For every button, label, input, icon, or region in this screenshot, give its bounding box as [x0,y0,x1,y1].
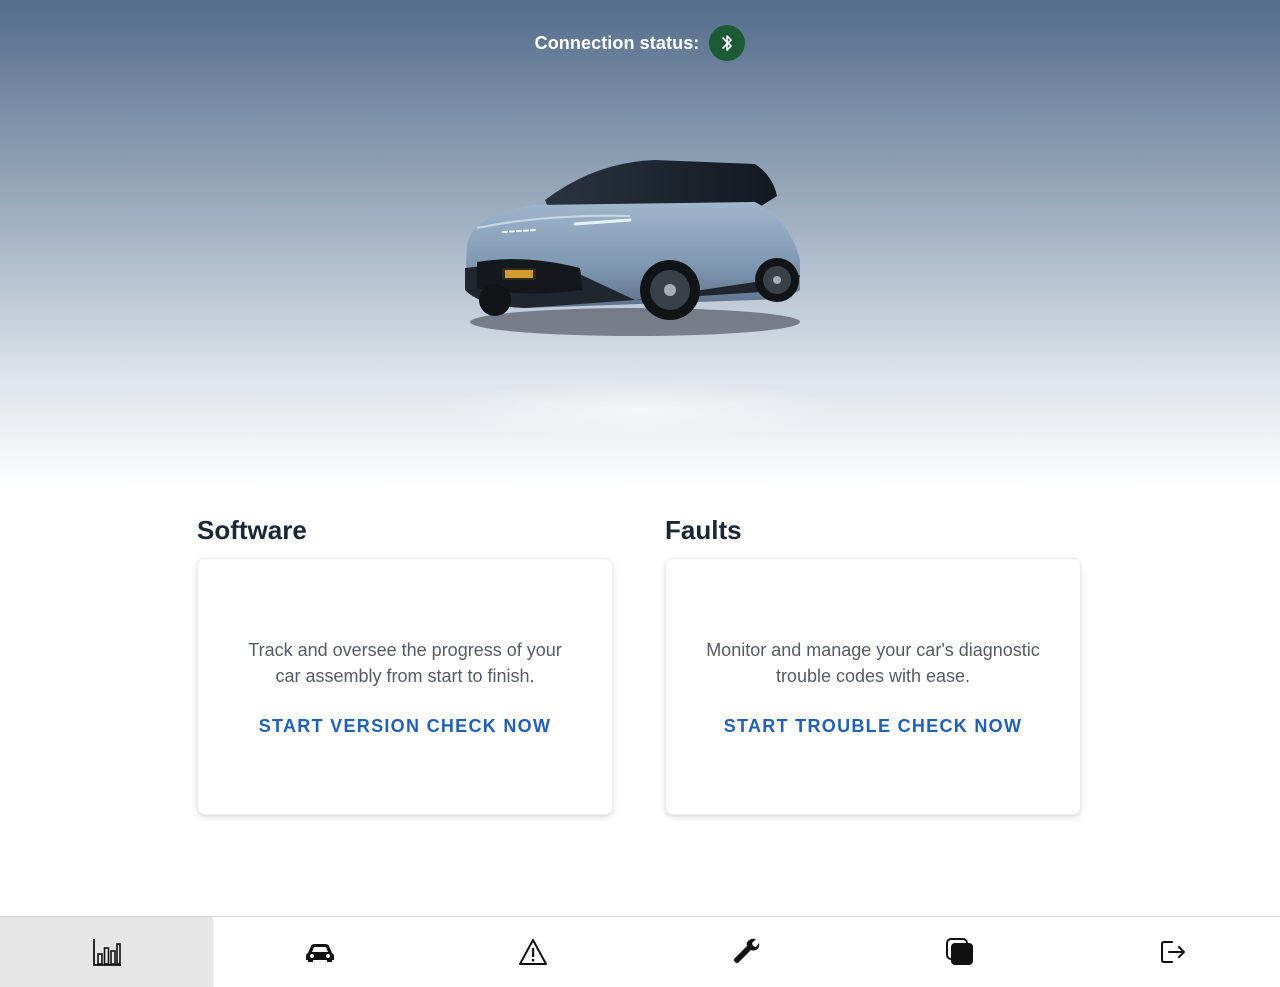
warning-icon [519,939,548,965]
car-reflection [440,380,840,440]
faults-title: Faults [665,515,742,545]
software-section: Software Track and oversee the progress … [196,512,614,815]
nav-item-faults[interactable] [427,917,640,987]
nav-item-dashboard[interactable] [0,917,214,987]
software-description: Track and oversee the progress of your c… [248,639,562,686]
bar-chart-icon [92,939,121,966]
vehicle-image [465,160,800,336]
bluetooth-icon[interactable] [709,25,746,61]
software-title: Software [197,515,307,545]
faults-section: Faults Monitor and manage your car's dia… [664,512,1082,815]
bottom-navigation [0,916,1280,987]
car-icon [305,944,334,962]
start-trouble-check-button[interactable]: START TROUBLE CHECK NOW [724,716,1023,737]
app-root: Connection status: Software Track and ov… [0,0,1280,987]
logout-icon [1161,941,1186,963]
hero-banner: Connection status: [0,0,1280,490]
nav-item-copy[interactable] [853,917,1066,987]
wrench-icon [733,938,759,963]
faults-description: Monitor and manage your car's diagnostic… [706,639,1040,686]
software-card: Track and oversee the progress of your c… [197,558,613,815]
connection-status-label: Connection status: [534,32,700,53]
connection-status: Connection status: [0,25,1280,61]
start-version-check-button[interactable]: START VERSION CHECK NOW [259,716,552,737]
copy-icon [945,938,973,965]
nav-item-tools[interactable] [640,917,853,987]
faults-card: Monitor and manage your car's diagnostic… [665,558,1081,815]
nav-item-logout[interactable] [1067,917,1280,987]
nav-item-vehicle[interactable] [213,917,426,987]
